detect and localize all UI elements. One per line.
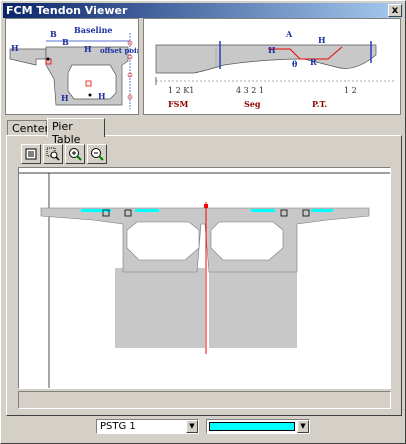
select-icon (25, 148, 37, 160)
profile-drawing: A H H θ R 1 2 K1 4 3 2 1 1 2 FSM Seg P.T… (155, 29, 394, 109)
title-bar[interactable]: FCM Tendon Viewer x (3, 3, 403, 18)
h4-label: H (98, 91, 106, 101)
pt-label: P.T. (312, 99, 327, 109)
select-button[interactable] (21, 144, 41, 164)
h2-label: H (84, 44, 92, 54)
color-swatch (209, 422, 295, 431)
close-button[interactable]: x (388, 4, 402, 17)
chevron-down-icon[interactable]: ▼ (186, 420, 198, 433)
status-bar (18, 391, 391, 409)
hr-label: H (318, 35, 326, 45)
profile-diagram: A H H θ R 1 2 K1 4 3 2 1 1 2 FSM Seg P.T… (143, 18, 401, 115)
a-label: A (285, 29, 293, 39)
ri-label: R (310, 57, 317, 67)
pier-table-drawing (19, 172, 390, 388)
theta-label: θ (292, 59, 298, 69)
baseline-label: Baseline (74, 25, 113, 35)
tendon-select-value: PSTG 1 (100, 421, 136, 432)
h1-label: H (11, 43, 19, 53)
zoom-out-button[interactable] (87, 144, 107, 164)
tab-center[interactable]: Center (7, 120, 50, 136)
zoom-window-button[interactable] (43, 144, 63, 164)
fcm-tendon-viewer-window: FCM Tendon Viewer x Baseline B B H H off… (0, 0, 406, 444)
tendon-select[interactable]: PSTG 1 ▼ (96, 419, 199, 434)
chevron-down-icon[interactable]: ▼ (297, 420, 309, 433)
color-select[interactable]: ▼ (206, 419, 310, 434)
zoom-window-icon (46, 147, 60, 161)
drawing-canvas[interactable] (18, 167, 391, 389)
cross-section-diagram: Baseline B B H H offset point H H (5, 18, 146, 115)
close-icon: x (391, 5, 399, 16)
offset-point-label: offset point (100, 46, 138, 55)
tab-pier-table[interactable]: Pier Table (47, 118, 105, 146)
segments-right: 1 2 (344, 86, 357, 95)
b1-label: B (50, 29, 57, 39)
window-title: FCM Tendon Viewer (6, 4, 128, 17)
zoom-out-icon (91, 148, 104, 161)
fsm-label: FSM (168, 99, 188, 109)
zoom-in-button[interactable] (65, 144, 85, 164)
zoom-in-icon (69, 148, 82, 161)
b2-label: B (62, 37, 69, 47)
tab-pier-table-label: Pier Table (52, 120, 81, 146)
cross-section-drawing: Baseline B B H H offset point H H (9, 25, 146, 109)
segments-left: 1 2 K1 (168, 86, 194, 95)
tab-center-label: Center (12, 122, 50, 135)
seg-label: Seg (244, 99, 261, 109)
hi-label: H (268, 45, 276, 55)
segments-mid: 4 3 2 1 (236, 86, 264, 95)
h3-label: H (61, 93, 69, 103)
